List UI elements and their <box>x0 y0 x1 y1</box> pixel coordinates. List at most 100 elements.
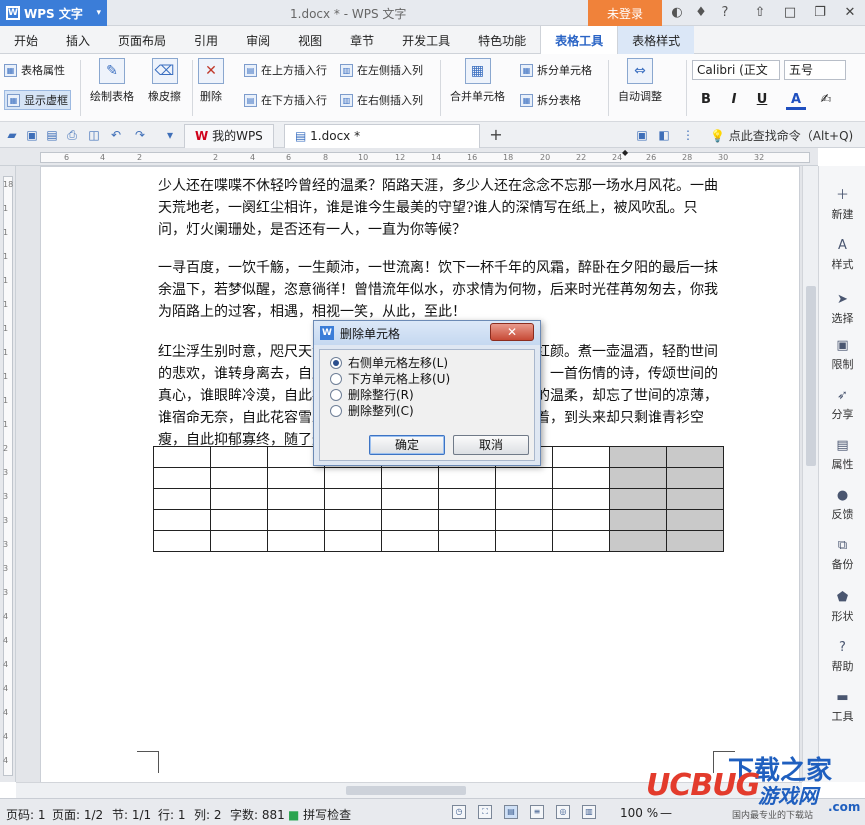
customize-dropdown-icon[interactable]: ▾ <box>162 127 178 143</box>
table-cell[interactable] <box>666 446 724 468</box>
radio-button[interactable] <box>330 356 342 369</box>
table-cell[interactable] <box>210 488 268 510</box>
undo-icon[interactable]: ↶ <box>108 127 124 143</box>
show-grid-button[interactable]: ▦ 显示虚框 <box>4 90 71 110</box>
pdf-icon[interactable]: ▤ <box>44 127 60 143</box>
fullscreen-icon[interactable]: ⛶ <box>478 805 492 819</box>
tab-insert[interactable]: 插入 <box>52 26 104 54</box>
sidebar-item-new[interactable]: ＋新建 <box>819 188 865 222</box>
table-cell[interactable] <box>495 488 553 510</box>
table-cell[interactable] <box>324 467 382 489</box>
table-cell[interactable] <box>552 467 610 489</box>
status-word-count[interactable]: 字数: 881 <box>230 806 285 823</box>
scroll-thumb[interactable] <box>806 286 816 466</box>
table-cell[interactable] <box>438 509 496 531</box>
history-icon[interactable]: ◷ <box>452 805 466 819</box>
table-cell[interactable] <box>324 530 382 552</box>
table-cell[interactable] <box>609 446 667 468</box>
sidebar-item-properties[interactable]: ▤ 属性 <box>819 438 865 472</box>
sidebar-item-style[interactable]: A 样式 <box>819 238 865 272</box>
table-cell[interactable] <box>267 530 325 552</box>
document-page[interactable]: 少人还在喋喋不休轻吟曾经的温柔？陌路天涯，多少人还在念念不忘那一场水月风花。一曲… <box>40 166 800 782</box>
table-cell[interactable] <box>381 509 439 531</box>
highlight-icon[interactable]: ✍ <box>816 90 836 110</box>
table-cell[interactable] <box>153 467 211 489</box>
font-color-button[interactable]: A <box>786 90 806 110</box>
sidebar-item-shape[interactable]: ⬟ 形状 <box>819 590 865 624</box>
table-cell[interactable] <box>153 488 211 510</box>
sidebar-item-help[interactable]: ? 帮助 <box>819 640 865 674</box>
tab-my-wps[interactable]: W 我的WPS <box>184 124 274 148</box>
table-cell[interactable] <box>438 530 496 552</box>
table-cell[interactable] <box>210 467 268 489</box>
indent-marker-icon[interactable]: ◆ <box>622 148 628 157</box>
italic-button[interactable]: I <box>724 90 744 110</box>
cancel-button[interactable]: 取消 <box>453 435 529 455</box>
table-cell[interactable] <box>552 488 610 510</box>
tab-table-style[interactable]: 表格样式 <box>618 26 695 54</box>
page-view-icon[interactable]: ▤ <box>504 805 518 819</box>
scroll-thumb[interactable] <box>346 786 466 795</box>
table-cell[interactable] <box>552 446 610 468</box>
table-cell[interactable] <box>438 467 496 489</box>
spell-check-toggle[interactable]: ■ 拼写检查 <box>288 806 351 823</box>
web-view-icon[interactable]: ◎ <box>556 805 570 819</box>
table-cell[interactable] <box>381 467 439 489</box>
app-menu-button[interactable]: W WPS 文字 ▾ <box>0 0 107 26</box>
table-cell[interactable] <box>153 446 211 468</box>
protect-view-icon[interactable]: ▥ <box>582 805 596 819</box>
table-cell[interactable] <box>552 509 610 531</box>
radio-button[interactable] <box>330 388 342 401</box>
table-cell[interactable] <box>609 530 667 552</box>
upload-icon[interactable]: ⇧ <box>745 0 775 26</box>
find-command-box[interactable]: 💡 点此查找命令（Alt+Q) <box>710 127 853 144</box>
sidebar-item-tools[interactable]: ▬ 工具 <box>819 690 865 724</box>
tab-page-layout[interactable]: 页面布局 <box>104 26 180 54</box>
split-cells-button[interactable]: ▦ 拆分单元格 <box>520 62 592 78</box>
sidebar-item-feedback[interactable]: ● 反馈 <box>819 488 865 522</box>
restore-button[interactable]: □ <box>775 0 805 26</box>
table-cell[interactable] <box>267 509 325 531</box>
table-properties-button[interactable]: ▦ 表格属性 <box>4 62 65 78</box>
new-tab-button[interactable]: + <box>488 127 504 143</box>
merge-cells-button[interactable]: ▦ 合并单元格 <box>450 58 505 104</box>
dialog-title-bar[interactable]: W 删除单元格 ✕ <box>314 321 540 345</box>
status-page[interactable]: 页面: 1/2 <box>52 806 103 823</box>
outline-view-icon[interactable]: ≡ <box>530 805 544 819</box>
table-cell[interactable] <box>495 509 553 531</box>
sidebar-item-share[interactable]: ➶ 分享 <box>819 388 865 422</box>
table-cell[interactable] <box>552 530 610 552</box>
option-delete-row[interactable]: 删除整行(R) <box>330 386 414 403</box>
insert-row-above-button[interactable]: ▤ 在上方插入行 <box>244 62 327 78</box>
close-button[interactable]: ✕ <box>835 0 865 26</box>
table-cell[interactable] <box>666 467 724 489</box>
bold-button[interactable]: B <box>696 90 716 110</box>
table-cell[interactable] <box>666 509 724 531</box>
table-cell[interactable] <box>438 488 496 510</box>
option-delete-column[interactable]: 删除整列(C) <box>330 402 414 419</box>
restore-button-2[interactable]: ❐ <box>805 0 835 26</box>
font-name-select[interactable]: Calibri (正文 <box>692 60 780 80</box>
table-cell[interactable] <box>267 488 325 510</box>
split-table-button[interactable]: ▦ 拆分表格 <box>520 92 581 108</box>
paragraph-1[interactable]: 少人还在喋喋不休轻吟曾经的温柔？陌路天涯，多少人还在念念不忘那一场水月风花。一曲… <box>158 175 724 241</box>
table-cell[interactable] <box>381 488 439 510</box>
table-cell[interactable] <box>609 509 667 531</box>
table-cell[interactable] <box>324 488 382 510</box>
table-cell[interactable] <box>324 509 382 531</box>
open-folder-icon[interactable]: ▰ <box>4 127 20 143</box>
radio-button[interactable] <box>330 372 342 385</box>
tab-home[interactable]: 开始 <box>0 26 52 54</box>
help-icon[interactable]: ? <box>716 4 734 22</box>
print-icon[interactable]: ⎙ <box>64 127 80 143</box>
insert-row-below-button[interactable]: ▤ 在下方插入行 <box>244 92 327 108</box>
sidebar-item-restrict[interactable]: ▣ 限制 <box>819 338 865 372</box>
tab-features[interactable]: 特色功能 <box>464 26 540 54</box>
vertical-scrollbar[interactable] <box>802 166 818 782</box>
login-button[interactable]: 未登录 <box>588 0 662 26</box>
paragraph-2[interactable]: 一寻百度，一饮千觞，一生颠沛，一世流离！饮下一杯千年的风霜，醉卧在夕阳的最后一抹… <box>158 257 724 323</box>
font-size-select[interactable]: 五号 <box>784 60 846 80</box>
delete-button[interactable]: ✕ 删除 <box>198 58 224 104</box>
sidebar-item-backup[interactable]: ⧉ 备份 <box>819 538 865 572</box>
window-mode-icon[interactable]: ◧ <box>656 127 672 143</box>
